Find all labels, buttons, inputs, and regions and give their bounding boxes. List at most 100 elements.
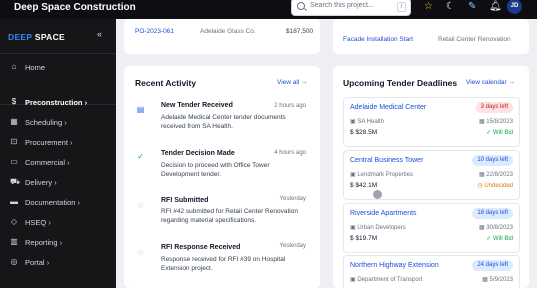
- view-all-link[interactable]: View all →: [277, 79, 308, 86]
- tender-date: ▦ 30/8/2023: [478, 225, 513, 231]
- purchase-order-card: PO-2023-061 Adelaide Glass Co. $187,500: [124, 19, 320, 54]
- sidebar: DEEP SPACE « ⌂ Home $ Preconstruction › …: [0, 19, 116, 288]
- tender-client: ▣ Urban Developers: [350, 225, 406, 231]
- calendar-icon: ▦: [10, 117, 18, 126]
- activity-desc: Decision to proceed with Office Tower De…: [161, 162, 270, 178]
- tender-value: $ $28.5M: [350, 129, 378, 136]
- tender-name[interactable]: Riverside Apartments: [350, 210, 417, 217]
- search-shortcut-key: /: [397, 2, 406, 12]
- tender-date: ▦ 15/8/2023: [478, 119, 513, 125]
- sidebar-item-home[interactable]: ⌂ Home: [0, 59, 116, 77]
- bid-status: ✓ Will Bid: [486, 130, 513, 136]
- tender-item[interactable]: Northern Highway Extension 24 days left …: [343, 255, 520, 288]
- activity-desc: RFI #42 submitted for Retail Center Reno…: [161, 208, 298, 224]
- sidebar-item-preconstruction[interactable]: $ Preconstruction ›: [0, 94, 116, 112]
- tender-name[interactable]: Central Business Tower: [350, 157, 423, 164]
- activity-time: 4 hours ago: [274, 150, 306, 156]
- milestone-link[interactable]: Facade Installation Start: [343, 36, 413, 43]
- activity-desc: Response received for RFI #39 on Hospita…: [161, 256, 286, 272]
- folder-icon: ▬: [10, 197, 18, 206]
- scroll-handle[interactable]: [373, 190, 382, 199]
- po-amount: $187,500: [286, 28, 314, 35]
- recent-activity-card: Recent Activity View all → ▤ New Tender …: [124, 66, 320, 288]
- view-calendar-link[interactable]: View calendar →: [466, 79, 515, 86]
- shield-icon: ◇: [10, 217, 18, 226]
- deadline-badge: 18 days left: [472, 208, 513, 219]
- sidebar-item-commercial[interactable]: ▭ Commercial ›: [0, 154, 116, 172]
- collapse-sidebar-icon[interactable]: «: [97, 29, 102, 39]
- sidebar-item-label: Reporting ›: [25, 238, 63, 247]
- message-icon: ◌: [138, 248, 143, 257]
- message-icon: ◌: [138, 201, 143, 210]
- activity-title: Tender Decision Made: [161, 150, 235, 157]
- brand-part-2: SPACE: [34, 32, 66, 42]
- sidebar-item-scheduling[interactable]: ▦ Scheduling ›: [0, 114, 116, 132]
- activity-title: RFI Response Received: [161, 244, 241, 251]
- sidebar-item-hseq[interactable]: ◇ HSEQ ›: [0, 214, 116, 232]
- milestone-card: Facade Installation Start Retail Center …: [333, 19, 529, 54]
- sidebar-item-label: Delivery ›: [25, 178, 57, 187]
- activity-time: Yesterday: [279, 196, 306, 202]
- tender-date: ▦ 5/9/2023: [482, 277, 513, 283]
- tender-value: $ $42.1M: [350, 182, 378, 189]
- tender-item[interactable]: Riverside Apartments 18 days left ▣ Urba…: [343, 203, 520, 253]
- deadline-badge: 24 days left: [472, 260, 513, 271]
- brand-part-1: DEEP: [8, 32, 33, 42]
- check-circle-icon: ✓: [137, 152, 144, 161]
- sidebar-item-label: Scheduling ›: [25, 118, 67, 127]
- bid-status: ✓ Will Bid: [486, 236, 513, 242]
- tender-name[interactable]: Northern Highway Extension: [350, 262, 439, 269]
- tender-date: ▦ 22/8/2023: [478, 172, 513, 178]
- tender-item[interactable]: Adelaide Medical Center 3 days left ▣ SA…: [343, 97, 520, 147]
- sidebar-divider: [0, 53, 116, 54]
- top-bar: Deep Space Construction Search this proj…: [0, 0, 537, 19]
- search-input[interactable]: Search this project... /: [291, 0, 411, 16]
- sidebar-item-label: Portal ›: [25, 258, 50, 267]
- chart-icon: ▥: [10, 237, 18, 246]
- milestone-project: Retail Center Renovation: [438, 36, 511, 43]
- bid-status: ◷ Undecided: [477, 183, 513, 189]
- sidebar-item-label: Procurement ›: [25, 138, 73, 147]
- activity-title: New Tender Received: [161, 102, 233, 109]
- bell-icon[interactable]: 🔔︎: [489, 1, 502, 13]
- truck-icon: ⛟: [10, 177, 21, 186]
- deadline-badge: 10 days left: [472, 155, 513, 166]
- tender-client: ▣ Lendmark Properties: [350, 172, 414, 178]
- star-icon[interactable]: ☆: [424, 1, 433, 13]
- sidebar-item-label: Commercial ›: [25, 158, 70, 167]
- cart-icon: ⊡: [10, 137, 18, 146]
- tender-client: ▣ SA Health: [350, 119, 385, 125]
- avatar[interactable]: JD: [507, 0, 522, 14]
- tender-deadlines-title: Upcoming Tender Deadlines: [343, 78, 458, 88]
- recent-activity-title: Recent Activity: [135, 78, 197, 88]
- po-number-link[interactable]: PO-2023-061: [135, 28, 174, 35]
- home-icon: ⌂: [11, 62, 17, 71]
- tender-value: $ $19.7M: [350, 235, 378, 242]
- sidebar-item-label: Preconstruction ›: [25, 98, 88, 107]
- tender-deadlines-card: Upcoming Tender Deadlines View calendar …: [333, 66, 529, 288]
- po-supplier: Adelaide Glass Co.: [200, 28, 256, 35]
- tender-client: ▣ Department of Transport: [350, 277, 423, 283]
- sidebar-item-delivery[interactable]: ⛟ Delivery ›: [0, 174, 116, 192]
- app-title: Deep Space Construction: [14, 2, 136, 13]
- activity-desc: Adelaide Medical Center tender documents…: [161, 114, 286, 130]
- wrench-icon[interactable]: ✎: [468, 1, 476, 13]
- activity-time: Yesterday: [279, 243, 306, 249]
- sidebar-item-label: HSEQ ›: [25, 218, 51, 227]
- brand-logo[interactable]: DEEP SPACE: [8, 32, 65, 42]
- activity-time: 2 hours ago: [274, 103, 306, 109]
- sidebar-item-label: Home: [25, 63, 46, 72]
- search-icon: [297, 2, 305, 10]
- sidebar-item-reporting[interactable]: ▥ Reporting ›: [0, 234, 116, 252]
- activity-title: RFI Submitted: [161, 197, 209, 204]
- tender-item[interactable]: Central Business Tower 10 days left ▣ Le…: [343, 150, 520, 200]
- sidebar-item-procurement[interactable]: ⊡ Procurement ›: [0, 134, 116, 152]
- globe-icon: ◎: [10, 257, 18, 266]
- tender-name[interactable]: Adelaide Medical Center: [350, 104, 426, 111]
- dollar-icon: $: [11, 97, 17, 106]
- sidebar-item-documentation[interactable]: ▬ Documentation ›: [0, 194, 116, 212]
- document-icon: ▭: [10, 157, 18, 166]
- deadline-badge: 3 days left: [475, 102, 513, 113]
- sidebar-item-portal[interactable]: ◎ Portal ›: [0, 254, 116, 272]
- moon-icon[interactable]: ☾: [446, 1, 455, 13]
